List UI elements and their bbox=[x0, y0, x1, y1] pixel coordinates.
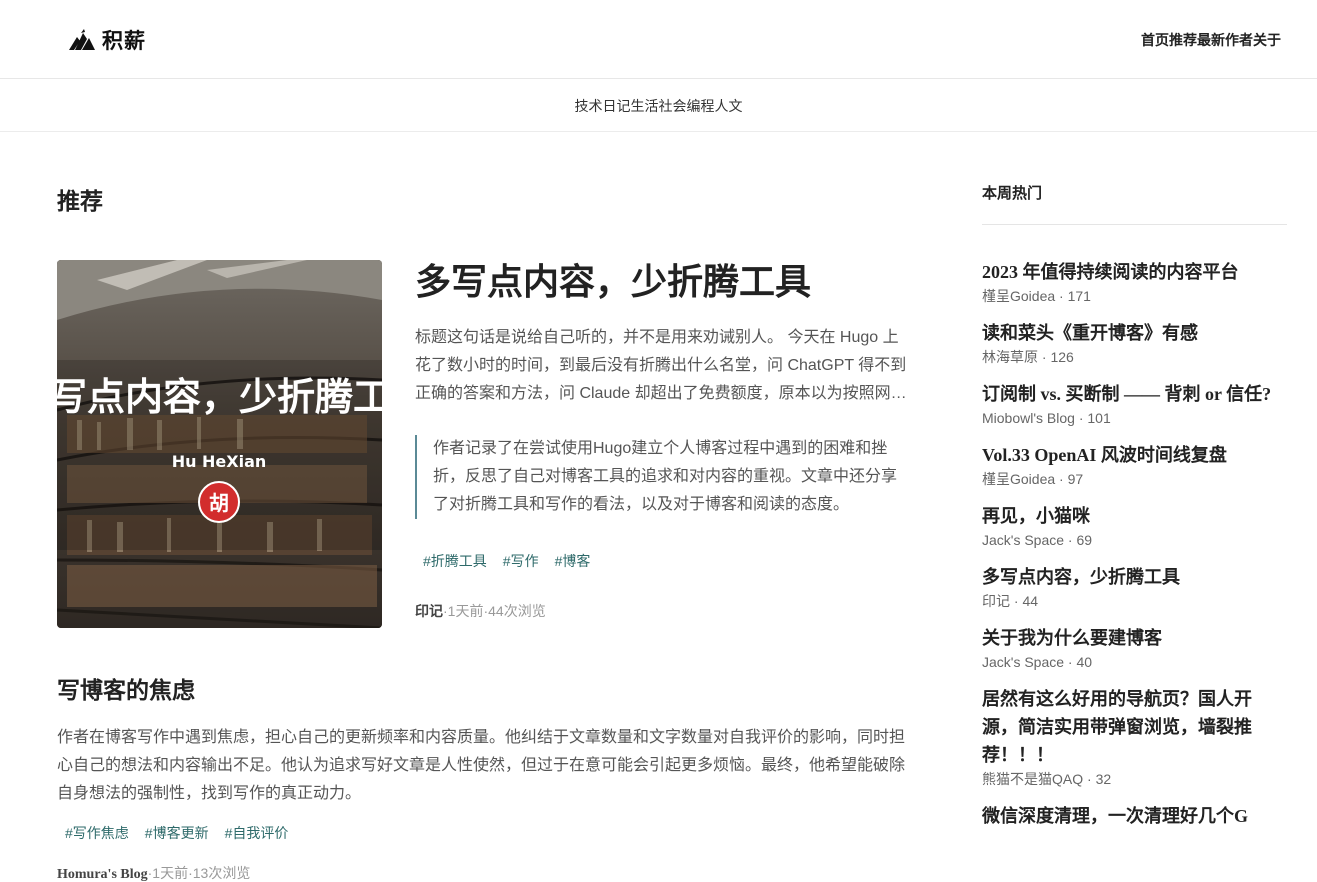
hot-item-meta: Jack's Space · 40 bbox=[982, 654, 1093, 670]
category-bar: 技术 日记 生活 社会 编程 人文 bbox=[0, 80, 1317, 132]
hot-item: 关于我为什么要建博客 Jack's Space · 40 bbox=[982, 624, 1287, 672]
hot-item: 订阅制 vs. 买断制 —— 背刺 or 信任? Miobowl's Blog … bbox=[982, 380, 1287, 428]
category-humanities[interactable]: 人文 bbox=[715, 96, 743, 116]
hot-item-title[interactable]: 订阅制 vs. 买断制 —— 背刺 or 信任? bbox=[982, 380, 1287, 408]
hot-item: 2023 年值得持续阅读的内容平台 槿呈Goidea · 171 bbox=[982, 258, 1287, 306]
hot-item-author: 熊猫不是猫QAQ bbox=[982, 771, 1084, 787]
hot-item: 多写点内容，少折腾工具 印记 · 44 bbox=[982, 563, 1287, 611]
cover-overlay-author: Hu HeXian bbox=[172, 452, 267, 471]
nav-home[interactable]: 首页 bbox=[1141, 30, 1169, 50]
hot-item-title[interactable]: 居然有这么好用的导航页？国人开源，简洁实用带弹窗浏览，墙裂推荐！！！ bbox=[982, 685, 1287, 769]
hot-item-author: Miobowl's Blog bbox=[982, 410, 1075, 426]
hot-list: 2023 年值得持续阅读的内容平台 槿呈Goidea · 171 读和菜头《重开… bbox=[982, 258, 1287, 843]
post-meta: Homura's Blog · 1天前 · 13次浏览 bbox=[57, 863, 907, 882]
hot-item-count: 97 bbox=[1067, 471, 1084, 487]
post-time: 1天前 bbox=[447, 603, 484, 619]
hot-item-title[interactable]: 微信深度清理，一次清理好几个G bbox=[982, 802, 1287, 830]
hot-item-author: Jack's Space bbox=[982, 654, 1065, 670]
category-tech[interactable]: 技术 bbox=[575, 96, 603, 116]
post-title[interactable]: 写博客的焦虑 bbox=[57, 676, 907, 706]
tag-link[interactable]: #博客更新 bbox=[145, 823, 209, 843]
hot-item-count: 44 bbox=[1022, 593, 1039, 609]
top-header: 积薪 首页 推荐 最新 作者 关于 bbox=[0, 0, 1317, 79]
cover-overlay-title: 写点内容，少折腾工 bbox=[57, 375, 382, 419]
hot-item-count: 40 bbox=[1076, 654, 1093, 670]
main-nav: 首页 推荐 最新 作者 关于 bbox=[1141, 30, 1281, 50]
hot-item: 读和菜头《重开博客》有感 林海草原 · 126 bbox=[982, 319, 1287, 367]
hot-item: 居然有这么好用的导航页？国人开源，简洁实用带弹窗浏览，墙裂推荐！！！ 熊猫不是猫… bbox=[982, 685, 1287, 789]
featured-cover-image[interactable]: 写点内容，少折腾工 Hu HeXian 胡 bbox=[57, 260, 382, 628]
post-views: 44次浏览 bbox=[488, 603, 546, 619]
tag-link[interactable]: #博客 bbox=[555, 551, 591, 571]
featured-post-summary: 作者记录了在尝试使用Hugo建立个人博客过程中遇到的困难和挫折，反思了自己对博客… bbox=[415, 435, 905, 519]
tag-link[interactable]: #自我评价 bbox=[225, 823, 289, 843]
hot-item-meta: 林海草原 · 126 bbox=[982, 349, 1074, 365]
cover-seal-char: 胡 bbox=[209, 491, 229, 515]
post-tags: #写作焦虑 #博客更新 #自我评价 bbox=[57, 823, 907, 843]
category-programming[interactable]: 编程 bbox=[687, 96, 715, 116]
hot-item-title[interactable]: 再见，小猫咪 bbox=[982, 502, 1287, 530]
hot-item-meta: 熊猫不是猫QAQ · 32 bbox=[982, 771, 1112, 787]
hot-item-title[interactable]: 多写点内容，少折腾工具 bbox=[982, 563, 1287, 591]
post-author[interactable]: Homura's Blog bbox=[57, 867, 148, 882]
category-society[interactable]: 社会 bbox=[659, 96, 687, 116]
hot-item-title[interactable]: 关于我为什么要建博客 bbox=[982, 624, 1287, 652]
hot-item-title[interactable]: Vol.33 OpenAI 风波时间线复盘 bbox=[982, 441, 1287, 469]
category-diary[interactable]: 日记 bbox=[603, 96, 631, 116]
nav-about[interactable]: 关于 bbox=[1253, 30, 1281, 50]
hot-item-count: 101 bbox=[1087, 410, 1111, 426]
logo-icon bbox=[69, 29, 95, 50]
sidebar-divider bbox=[982, 224, 1287, 225]
nav-authors[interactable]: 作者 bbox=[1225, 30, 1253, 50]
hot-item: Vol.33 OpenAI 风波时间线复盘 槿呈Goidea · 97 bbox=[982, 441, 1287, 489]
post-time: 1天前 bbox=[152, 865, 189, 881]
hot-item-meta: 槿呈Goidea · 171 bbox=[982, 288, 1091, 304]
site-logo[interactable]: 积薪 bbox=[68, 26, 146, 54]
category-life[interactable]: 生活 bbox=[631, 96, 659, 116]
hot-item-meta: Jack's Space · 69 bbox=[982, 532, 1093, 548]
hot-item-count: 126 bbox=[1050, 349, 1074, 365]
section-title: 推荐 bbox=[57, 189, 103, 214]
tag-link[interactable]: #折腾工具 bbox=[423, 551, 487, 571]
hot-item-author: 槿呈Goidea bbox=[982, 471, 1056, 487]
post-excerpt: 作者在博客写作中遇到焦虑，担心自己的更新频率和内容质量。他纠结于文章数量和文字数… bbox=[57, 729, 906, 802]
featured-post-meta: 印记 · 1天前 · 44次浏览 bbox=[415, 601, 910, 621]
featured-post: 多写点内容，少折腾工具 标题这句话是说给自己听的，并不是用来劝诫别人。 今天在 … bbox=[415, 260, 910, 621]
hot-item-author: 林海草原 bbox=[982, 349, 1038, 365]
hot-item-author: 印记 bbox=[982, 593, 1010, 609]
hot-item-meta: 槿呈Goidea · 97 bbox=[982, 471, 1084, 487]
hot-item: 微信深度清理，一次清理好几个G bbox=[982, 802, 1287, 830]
hot-item-title[interactable]: 读和菜头《重开博客》有感 bbox=[982, 319, 1287, 347]
post-card: 写博客的焦虑 作者在博客写作中遇到焦虑，担心自己的更新频率和内容质量。他纠结于文… bbox=[57, 676, 907, 882]
hot-item-author: Jack's Space bbox=[982, 532, 1065, 548]
nav-latest[interactable]: 最新 bbox=[1197, 30, 1225, 50]
hot-item-count: 171 bbox=[1067, 288, 1091, 304]
hot-item: 再见，小猫咪 Jack's Space · 69 bbox=[982, 502, 1287, 550]
tag-link[interactable]: #写作焦虑 bbox=[65, 823, 129, 843]
tag-link[interactable]: #写作 bbox=[503, 551, 539, 571]
post-views: 13次浏览 bbox=[192, 865, 251, 881]
hot-item-meta: Miobowl's Blog · 101 bbox=[982, 410, 1111, 426]
hot-item-count: 69 bbox=[1076, 532, 1093, 548]
logo-text: 积薪 bbox=[102, 29, 146, 53]
hot-item-author: 槿呈Goidea bbox=[982, 288, 1056, 304]
nav-recommended[interactable]: 推荐 bbox=[1169, 30, 1197, 50]
featured-post-title[interactable]: 多写点内容，少折腾工具 bbox=[415, 260, 910, 304]
hot-item-title[interactable]: 2023 年值得持续阅读的内容平台 bbox=[982, 258, 1287, 286]
post-author[interactable]: 印记 bbox=[415, 601, 443, 621]
featured-post-excerpt: 标题这句话是说给自己听的，并不是用来劝诫别人。 今天在 Hugo 上花了数小时的… bbox=[415, 329, 907, 402]
hot-item-count: 32 bbox=[1095, 771, 1112, 787]
featured-post-tags: #折腾工具 #写作 #博客 bbox=[415, 551, 910, 571]
sidebar-title: 本周热门 bbox=[982, 186, 1043, 202]
hot-item-meta: 印记 · 44 bbox=[982, 593, 1039, 609]
